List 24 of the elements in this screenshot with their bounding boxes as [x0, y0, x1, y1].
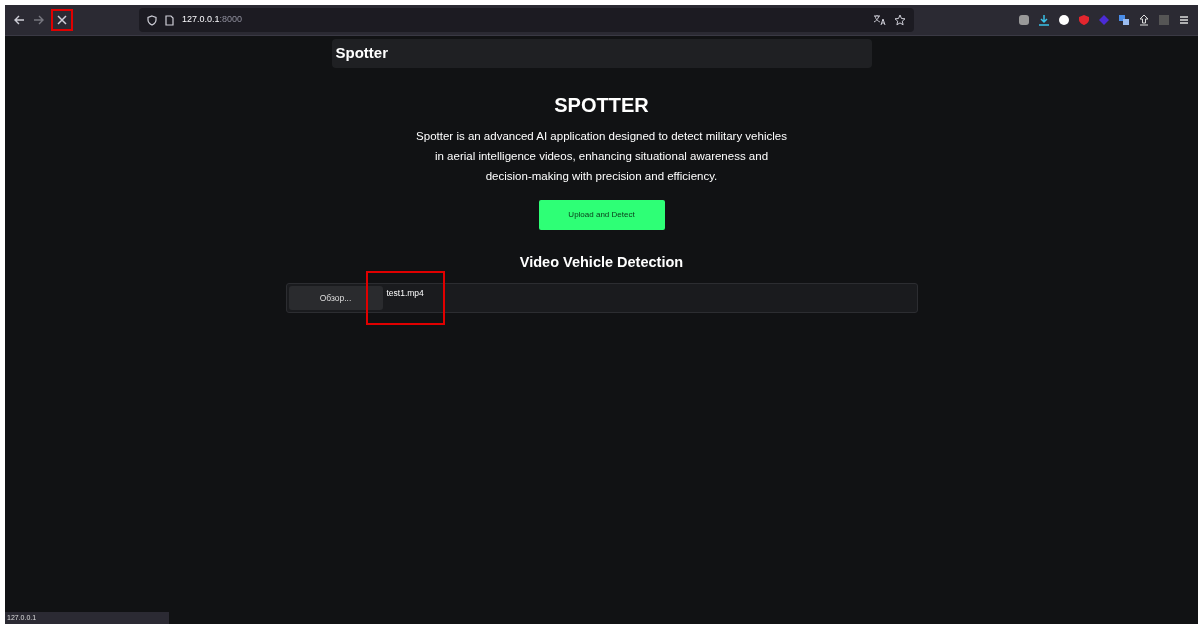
section-heading: Video Vehicle Detection: [519, 252, 684, 272]
stop-loading-icon[interactable]: [53, 11, 71, 29]
upload-detect-button[interactable]: Upload and Detect: [538, 199, 665, 230]
hero-title: SPOTTER: [554, 92, 649, 118]
file-input[interactable]: Обзор... test1.mp4: [285, 283, 918, 314]
shield-icon: [147, 14, 157, 26]
page-icon: [165, 14, 174, 26]
translate-icon[interactable]: [873, 14, 886, 26]
circle-extension-icon[interactable]: [1058, 14, 1070, 26]
file-name: test1.mp4: [386, 286, 425, 300]
address-bar[interactable]: 127.0.0.1:8000: [139, 8, 914, 32]
url-text: 127.0.0.1:8000: [182, 13, 243, 27]
shield-extension-icon[interactable]: [1078, 14, 1090, 26]
forward-arrow-icon[interactable]: [33, 14, 45, 26]
squares-extension-icon[interactable]: [1118, 14, 1130, 26]
menu-icon[interactable]: [1178, 14, 1190, 26]
back-arrow-icon[interactable]: [13, 14, 25, 26]
navbar-brand[interactable]: Spotter: [331, 39, 872, 68]
hero-description: Spotter is an advanced AI application designed to detect military vehicles in aerial intelligence videos, enhancing situational awareness and decision-making with precision and efficiency.: [415, 128, 788, 184]
download-icon[interactable]: [1038, 14, 1050, 26]
star-icon[interactable]: [894, 14, 906, 26]
browse-button[interactable]: Обзор...: [288, 286, 383, 311]
share-icon[interactable]: [1138, 14, 1150, 26]
pocket-icon[interactable]: [1018, 14, 1030, 26]
